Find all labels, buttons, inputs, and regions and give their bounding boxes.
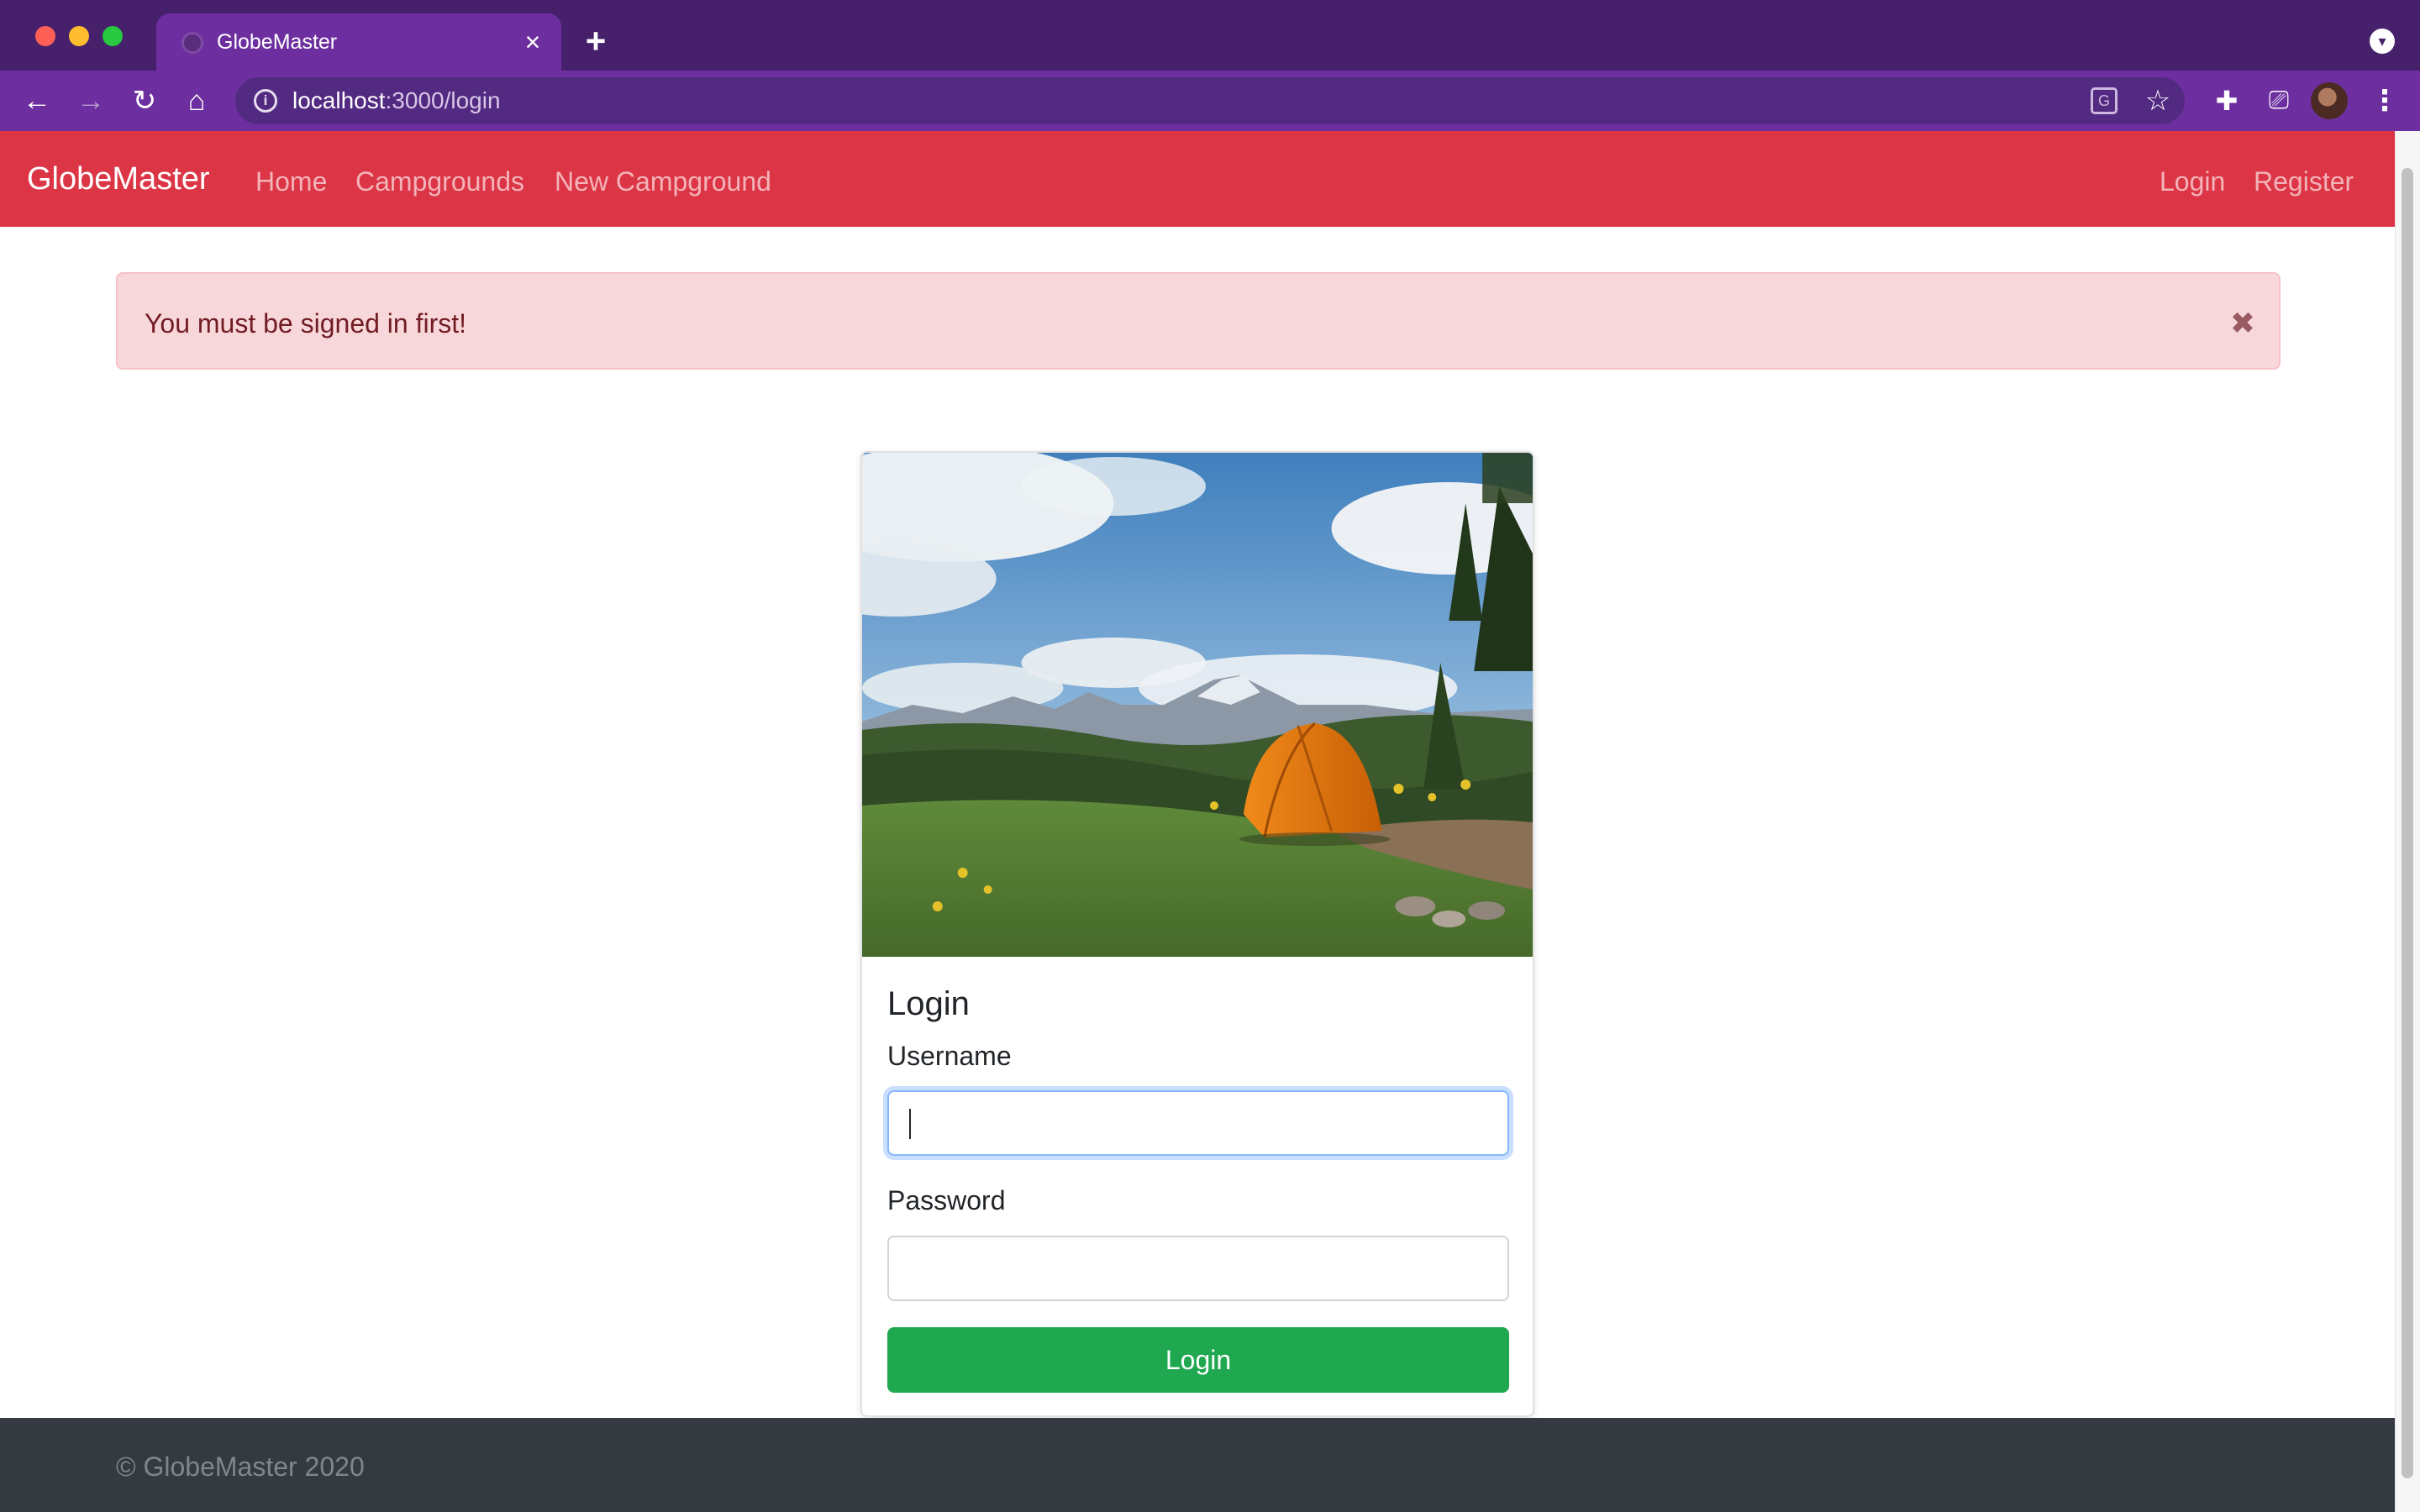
tab-close-icon[interactable]: × — [516, 25, 550, 59]
new-tab-icon[interactable]: + — [576, 22, 615, 60]
nav-link-register[interactable]: Register — [2254, 165, 2354, 198]
app-navbar: GlobeMaster Home Campgrounds New Campgro… — [0, 131, 2395, 227]
login-submit-button[interactable]: Login — [887, 1327, 1509, 1393]
cast-icon[interactable]: ⎚ — [2257, 79, 2301, 123]
alert-message: You must be signed in first! — [145, 308, 467, 339]
forward-icon[interactable]: → — [69, 79, 113, 123]
page-footer: © GlobeMaster 2020 — [0, 1418, 2395, 1512]
home-icon[interactable]: ⌂ — [175, 79, 218, 123]
login-title: Login — [887, 985, 970, 1022]
footer-copyright: © GlobeMaster 2020 — [116, 1452, 365, 1482]
nav-link-campgrounds[interactable]: Campgrounds — [355, 165, 524, 198]
window-minimize-button[interactable] — [69, 26, 89, 46]
login-card: Login Username Password Login — [860, 451, 1534, 1417]
profile-avatar[interactable] — [2311, 82, 2348, 119]
camping-tent-image — [862, 453, 1533, 957]
address-bar[interactable]: i localhost:3000/login G ☆ — [235, 77, 2185, 124]
password-label: Password — [887, 1185, 1006, 1215]
extensions-puzzle-icon[interactable]: ✚ — [2205, 79, 2249, 123]
browser-toolbar: ← → ↻ ⌂ i localhost:3000/login G ☆ ✚ ⎚ ⋮ — [0, 71, 2420, 131]
globe-favicon-icon — [182, 32, 203, 54]
nav-link-login[interactable]: Login — [2160, 165, 2225, 198]
bookmark-star-icon[interactable]: ☆ — [2141, 84, 2175, 118]
url-host: localhost — [292, 87, 386, 113]
username-label: Username — [887, 1041, 1012, 1071]
page-scrollbar-thumb[interactable] — [2402, 168, 2413, 1478]
reload-icon[interactable]: ↻ — [123, 79, 166, 123]
back-icon[interactable]: ← — [15, 79, 59, 123]
window-maximize-button[interactable] — [103, 26, 123, 46]
nav-link-new-campground[interactable]: New Campground — [555, 165, 771, 198]
translate-icon[interactable]: G — [2091, 87, 2118, 114]
text-caret — [909, 1109, 911, 1139]
username-input[interactable] — [887, 1090, 1509, 1156]
navbar-brand[interactable]: GlobeMaster — [27, 160, 210, 198]
browser-menu-icon[interactable]: ⋮ — [2363, 79, 2407, 123]
browser-tab-active[interactable]: GlobeMaster × — [156, 13, 561, 71]
tab-title: GlobeMaster — [217, 30, 338, 54]
site-info-icon[interactable]: i — [254, 89, 277, 113]
flash-alert: You must be signed in first! ✖ — [116, 272, 2281, 370]
url-text: localhost:3000/login — [292, 86, 501, 116]
window-close-button[interactable] — [35, 26, 55, 46]
url-path: :3000/login — [385, 87, 501, 113]
browser-tab-bar: GlobeMaster × + ▾ — [0, 0, 2420, 71]
tab-search-icon[interactable]: ▾ — [2370, 29, 2395, 54]
nav-link-home[interactable]: Home — [255, 165, 327, 198]
password-input[interactable] — [887, 1236, 1509, 1301]
alert-close-icon[interactable]: ✖ — [2222, 302, 2264, 344]
